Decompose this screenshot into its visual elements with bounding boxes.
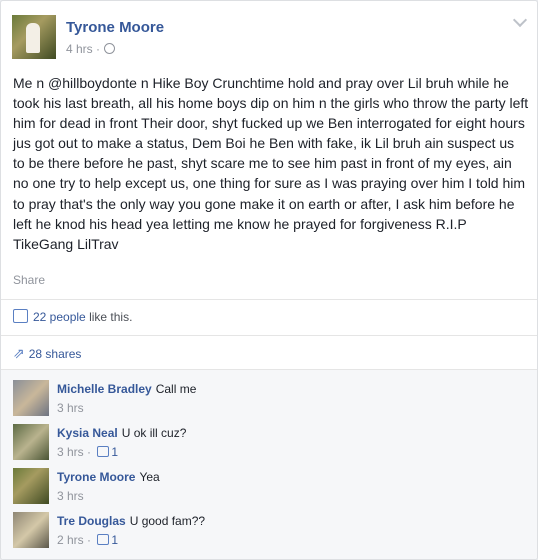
comment-like-count[interactable]: 1: [97, 445, 118, 459]
comment-meta: 2 hrs · 1: [57, 533, 119, 547]
comment-meta: 3 hrs: [57, 489, 84, 503]
commenter-avatar[interactable]: [13, 380, 49, 416]
post-time[interactable]: 4 hrs: [66, 42, 93, 56]
shares-count[interactable]: 28 shares: [29, 347, 82, 361]
commenter-avatar[interactable]: [13, 512, 49, 548]
like-icon: [13, 309, 28, 323]
commenter-name[interactable]: Tyrone Moore: [57, 470, 135, 484]
shares-summary[interactable]: ⇗ 28 shares: [13, 345, 81, 362]
comment-item: Kysia Neal U ok ill cuz? 3 hrs · 1: [13, 424, 513, 464]
comment-text: U ok ill cuz?: [121, 426, 187, 440]
commenter-name[interactable]: Tre Douglas: [57, 514, 126, 528]
comment-like-count[interactable]: 1: [97, 533, 118, 547]
author-avatar[interactable]: [12, 15, 56, 59]
comment-body: Michelle Bradley Call me: [57, 382, 196, 396]
chevron-down-icon[interactable]: [512, 12, 528, 28]
post-card: Tyrone Moore 4 hrs · Me n @hillboydonte …: [0, 0, 538, 560]
comment-time[interactable]: 3 hrs: [57, 489, 84, 503]
like-icon: [97, 534, 110, 545]
comment-item: Michelle Bradley Call me 3 hrs: [13, 380, 513, 420]
comment-time[interactable]: 3 hrs: [57, 401, 84, 415]
comment-time[interactable]: 2 hrs: [57, 533, 84, 547]
post-text: Me n @hillboydonte n Hike Boy Crunchtime…: [13, 75, 529, 252]
divider: [1, 335, 537, 336]
divider: [1, 299, 537, 300]
comment-meta: 3 hrs: [57, 401, 84, 415]
author-name[interactable]: Tyrone Moore: [66, 19, 164, 36]
commenter-avatar[interactable]: [13, 468, 49, 504]
comment-body: Kysia Neal U ok ill cuz?: [57, 426, 186, 440]
commenter-avatar[interactable]: [13, 424, 49, 460]
share-icon: ⇗: [13, 345, 25, 361]
likes-count[interactable]: 22 people: [33, 310, 86, 324]
comment-item: Tyrone Moore Yea 3 hrs: [13, 468, 513, 508]
comment-time[interactable]: 3 hrs: [57, 445, 84, 459]
comment-text: Yea: [139, 470, 160, 484]
commenter-name[interactable]: Kysia Neal: [57, 426, 118, 440]
comment-text: Call me: [155, 382, 197, 396]
likes-suffix: like this.: [89, 310, 133, 324]
comment-body: Tre Douglas U good fam??: [57, 514, 205, 528]
comment-like-number: 1: [111, 445, 119, 459]
comments-section: Michelle Bradley Call me 3 hrs Kysia Neal…: [1, 369, 537, 559]
comment-like-number: 1: [111, 533, 119, 547]
share-link[interactable]: Share: [13, 273, 45, 287]
commenter-name[interactable]: Michelle Bradley: [57, 382, 152, 396]
comment-text: U good fam??: [129, 514, 206, 528]
post-timestamp: 4 hrs ·: [66, 42, 116, 56]
globe-icon: [104, 43, 116, 54]
likes-summary: 22 people like this.: [13, 309, 132, 324]
comment-body: Tyrone Moore Yea: [57, 470, 160, 484]
comment-item: Tre Douglas U good fam?? 2 hrs · 1: [13, 512, 513, 552]
like-icon: [97, 446, 110, 457]
comment-meta: 3 hrs · 1: [57, 445, 119, 459]
